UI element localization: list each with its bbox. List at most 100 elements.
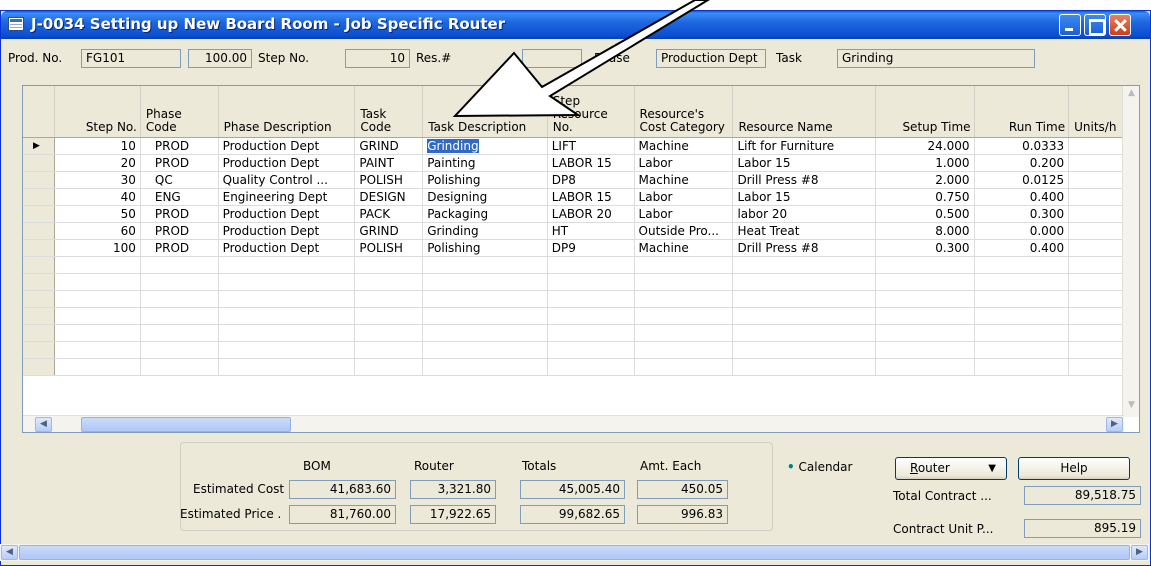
help-button[interactable]: Help — [1018, 457, 1130, 480]
row-selector[interactable] — [23, 358, 56, 376]
table-cell[interactable]: 2.000 — [875, 171, 975, 189]
table-cell[interactable] — [54, 324, 141, 342]
table-cell[interactable] — [54, 256, 141, 274]
empty-row[interactable] — [23, 324, 1139, 342]
empty-row[interactable] — [23, 273, 1139, 291]
router-menu-button[interactable]: Router ▼ — [895, 457, 1007, 480]
table-cell[interactable] — [732, 273, 877, 291]
table-cell[interactable]: 0.300 — [875, 239, 975, 257]
row-selector[interactable] — [23, 256, 56, 274]
table-cell[interactable]: 20 — [54, 154, 141, 172]
table-cell[interactable]: 0.0125 — [974, 171, 1070, 189]
table-cell[interactable] — [218, 358, 356, 376]
table-cell[interactable] — [634, 324, 734, 342]
table-cell[interactable]: Drill Press #8 — [732, 171, 877, 189]
table-cell[interactable]: 0.0333 — [974, 137, 1070, 155]
close-button[interactable] — [1109, 14, 1131, 36]
table-cell[interactable]: Production Dept — [218, 137, 356, 155]
table-cell[interactable] — [140, 358, 219, 376]
table-cell[interactable] — [634, 307, 734, 325]
table-cell[interactable]: PROD — [140, 154, 219, 172]
scroll-thumb[interactable] — [81, 417, 291, 432]
table-cell[interactable] — [422, 273, 548, 291]
row-selector[interactable] — [23, 154, 56, 172]
col-phase-description[interactable]: Phase Description — [218, 86, 356, 138]
table-cell[interactable]: LABOR 20 — [547, 205, 635, 223]
cost-bom-field[interactable]: 41,683.60 — [289, 480, 396, 499]
table-cell[interactable] — [218, 273, 356, 291]
table-cell[interactable] — [354, 256, 424, 274]
table-cell[interactable]: 100 — [54, 239, 141, 257]
table-cell[interactable]: Designing — [422, 188, 548, 206]
row-selector[interactable]: ▶ — [23, 137, 56, 155]
table-cell[interactable]: 40 — [54, 188, 141, 206]
table-row[interactable]: 50 PROD Production Dept PACK Packaging LABOR … — [23, 205, 1139, 223]
table-cell[interactable]: DESIGN — [354, 188, 424, 206]
table-cell[interactable]: HT — [547, 222, 635, 240]
table-cell[interactable] — [422, 324, 548, 342]
table-cell[interactable] — [732, 341, 877, 359]
row-selector[interactable] — [23, 205, 56, 223]
row-selector[interactable] — [23, 341, 56, 359]
table-cell[interactable] — [547, 290, 635, 308]
row-selector[interactable] — [23, 222, 56, 240]
table-cell[interactable] — [422, 358, 548, 376]
table-cell[interactable]: 24.000 — [875, 137, 975, 155]
table-cell[interactable] — [140, 273, 219, 291]
row-selector[interactable] — [23, 171, 56, 189]
table-cell[interactable]: Polishing — [422, 171, 548, 189]
scroll-up-icon[interactable]: ▲ — [1124, 88, 1139, 103]
row-selector[interactable] — [23, 188, 56, 206]
table-cell[interactable]: 50 — [54, 205, 141, 223]
table-cell[interactable] — [634, 290, 734, 308]
table-cell[interactable] — [732, 290, 877, 308]
table-cell[interactable] — [54, 341, 141, 359]
table-cell[interactable] — [732, 358, 877, 376]
table-cell[interactable] — [547, 273, 635, 291]
table-cell[interactable]: Outside Pro... — [634, 222, 734, 240]
empty-row[interactable] — [23, 256, 1139, 274]
table-cell[interactable] — [732, 324, 877, 342]
table-cell[interactable] — [732, 256, 877, 274]
table-cell[interactable] — [354, 273, 424, 291]
table-cell[interactable] — [218, 256, 356, 274]
row-selector[interactable] — [23, 273, 56, 291]
table-cell[interactable]: POLISH — [354, 239, 424, 257]
table-cell[interactable] — [875, 358, 975, 376]
cost-router-field[interactable]: 3,321.80 — [410, 480, 496, 499]
scroll-left-icon[interactable]: ◀ — [35, 417, 52, 432]
table-cell[interactable] — [974, 324, 1070, 342]
table-cell[interactable] — [140, 307, 219, 325]
table-cell[interactable] — [54, 273, 141, 291]
table-cell[interactable]: 0.400 — [974, 239, 1070, 257]
table-cell[interactable] — [422, 341, 548, 359]
grid-horizontal-scrollbar[interactable]: ◀ ▶ — [23, 415, 1124, 432]
table-cell[interactable]: LABOR 15 — [547, 188, 635, 206]
empty-row[interactable] — [23, 358, 1139, 376]
table-cell[interactable] — [875, 256, 975, 274]
table-cell[interactable] — [875, 341, 975, 359]
table-cell[interactable] — [547, 256, 635, 274]
table-cell[interactable] — [54, 290, 141, 308]
table-cell[interactable]: 0.400 — [974, 188, 1070, 206]
step-no-field[interactable]: 10 — [345, 49, 410, 68]
table-cell[interactable]: Polishing — [422, 239, 548, 257]
col-resource-name[interactable]: Resource Name — [732, 86, 877, 138]
window-scroll-thumb[interactable] — [19, 545, 1130, 560]
table-cell[interactable] — [140, 290, 219, 308]
table-cell[interactable] — [974, 307, 1070, 325]
empty-row[interactable] — [23, 290, 1139, 308]
scroll-right-icon[interactable]: ▶ — [1106, 417, 1123, 432]
table-cell[interactable]: Quality Control ... — [218, 171, 356, 189]
table-cell[interactable] — [974, 341, 1070, 359]
table-cell[interactable]: Grinding — [422, 222, 548, 240]
table-cell[interactable] — [634, 273, 734, 291]
table-cell[interactable] — [422, 256, 548, 274]
table-cell[interactable]: PROD — [140, 239, 219, 257]
maximize-button[interactable] — [1084, 14, 1106, 36]
table-cell[interactable] — [354, 341, 424, 359]
price-each-field[interactable]: 996.83 — [637, 505, 728, 524]
grid-vertical-scrollbar[interactable]: ▲ ▼ — [1122, 86, 1139, 417]
table-cell[interactable]: 60 — [54, 222, 141, 240]
table-cell[interactable] — [140, 256, 219, 274]
